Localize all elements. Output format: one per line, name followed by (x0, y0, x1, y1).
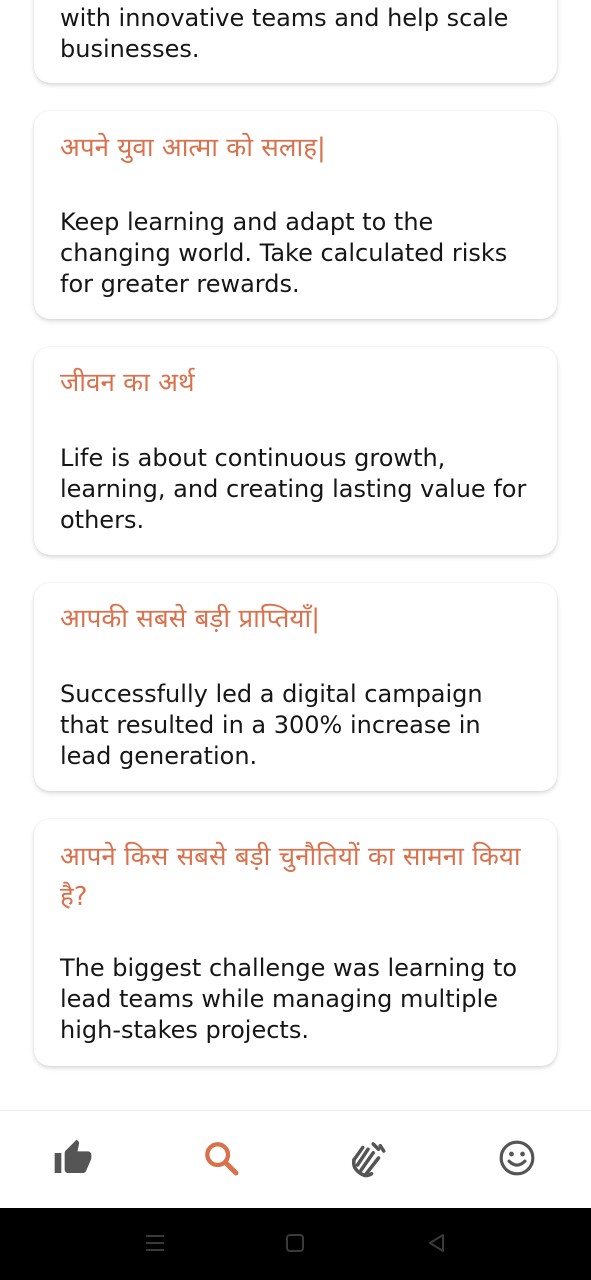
qa-card: जीवन का अर्थ Life is about continuous gr… (34, 347, 557, 555)
home-icon (286, 1234, 304, 1252)
system-back-button[interactable] (421, 1228, 451, 1258)
nav-likes-button[interactable] (45, 1133, 101, 1183)
nav-profile-button[interactable] (489, 1133, 545, 1183)
system-menu-button[interactable] (140, 1228, 170, 1258)
qa-card: आपकी सबसे बड़ी प्राप्तियाँ| Successfully… (34, 583, 557, 791)
card-question: आपकी सबसे बड़ी प्राप्तियाँ| (60, 604, 320, 634)
card-answer: Keep learning and adapt to the changing … (60, 208, 508, 298)
app-screen: with innovative teams and help scale bus… (0, 0, 591, 1280)
card-answer: The biggest challenge was learning to le… (60, 954, 518, 1044)
bottom-nav (0, 1110, 591, 1208)
system-home-button[interactable] (280, 1228, 310, 1258)
clapping-hands-icon (351, 1142, 386, 1178)
menu-icon (146, 1235, 164, 1251)
qa-card: with innovative teams and help scale bus… (34, 0, 557, 83)
qa-feed[interactable]: with innovative teams and help scale bus… (0, 0, 591, 1110)
thumbs-up-icon (54, 1139, 92, 1173)
back-icon (429, 1234, 444, 1252)
card-answer: Successfully led a digital campaign that… (60, 680, 483, 770)
card-answer: Life is about continuous growth, learnin… (60, 444, 527, 534)
card-question: अपने युवा आत्मा को सलाह| (60, 133, 326, 163)
smiley-face-icon (499, 1140, 535, 1176)
nav-search-button[interactable] (193, 1133, 249, 1183)
nav-clap-button[interactable] (340, 1133, 396, 1183)
qa-card: अपने युवा आत्मा को सलाह| Keep learning a… (34, 111, 557, 319)
search-icon (205, 1142, 239, 1176)
card-question: जीवन का अर्थ (60, 368, 195, 398)
card-question: आपने किस सबसे बड़ी चुनौतियों का सामना कि… (60, 842, 521, 912)
card-answer: with innovative teams and help scale bus… (60, 4, 509, 63)
system-nav-bar (0, 1208, 591, 1280)
qa-card: आपने किस सबसे बड़ी चुनौतियों का सामना कि… (34, 819, 557, 1066)
